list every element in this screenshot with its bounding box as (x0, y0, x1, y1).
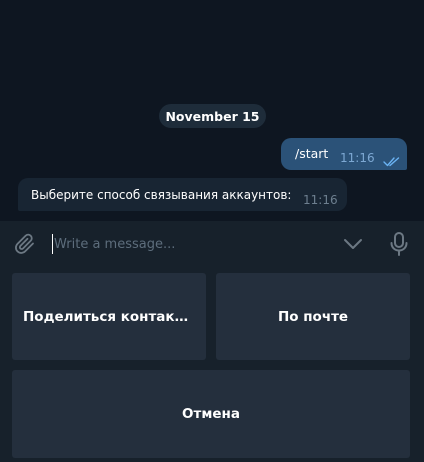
button-label: По почте (277, 308, 349, 325)
message-input[interactable] (54, 233, 314, 255)
by-email-button[interactable]: По почте (216, 273, 410, 360)
button-label: Поделиться контактом (23, 308, 195, 325)
outgoing-message[interactable]: /start 11:16 (281, 138, 407, 170)
cancel-button[interactable]: Отмена (12, 370, 410, 458)
chevron-down-icon[interactable] (342, 235, 364, 253)
share-contact-button[interactable]: Поделиться контактом (12, 273, 206, 360)
incoming-message[interactable]: Выберите способ связывания аккаунтов: 11… (18, 178, 347, 211)
date-label: November 15 (165, 108, 260, 124)
button-label: Отмена (182, 406, 240, 422)
microphone-icon[interactable] (389, 231, 409, 257)
message-composer (0, 220, 424, 266)
message-text: /start (295, 146, 329, 161)
telegram-chat-window: November 15 /start 11:16 Выберите способ… (0, 0, 424, 462)
double-check-icon (383, 152, 401, 167)
message-time: 11:16 (340, 151, 375, 165)
message-history[interactable]: November 15 /start 11:16 Выберите способ… (0, 0, 424, 220)
message-text: Выберите способ связывания аккаунтов: (31, 188, 292, 202)
text-cursor (52, 234, 53, 254)
paperclip-icon[interactable] (13, 232, 37, 256)
message-time: 11:16 (303, 193, 338, 207)
bot-reply-keyboard: Поделиться контактом По почте Отмена (0, 266, 424, 462)
date-separator: November 15 (159, 104, 266, 128)
